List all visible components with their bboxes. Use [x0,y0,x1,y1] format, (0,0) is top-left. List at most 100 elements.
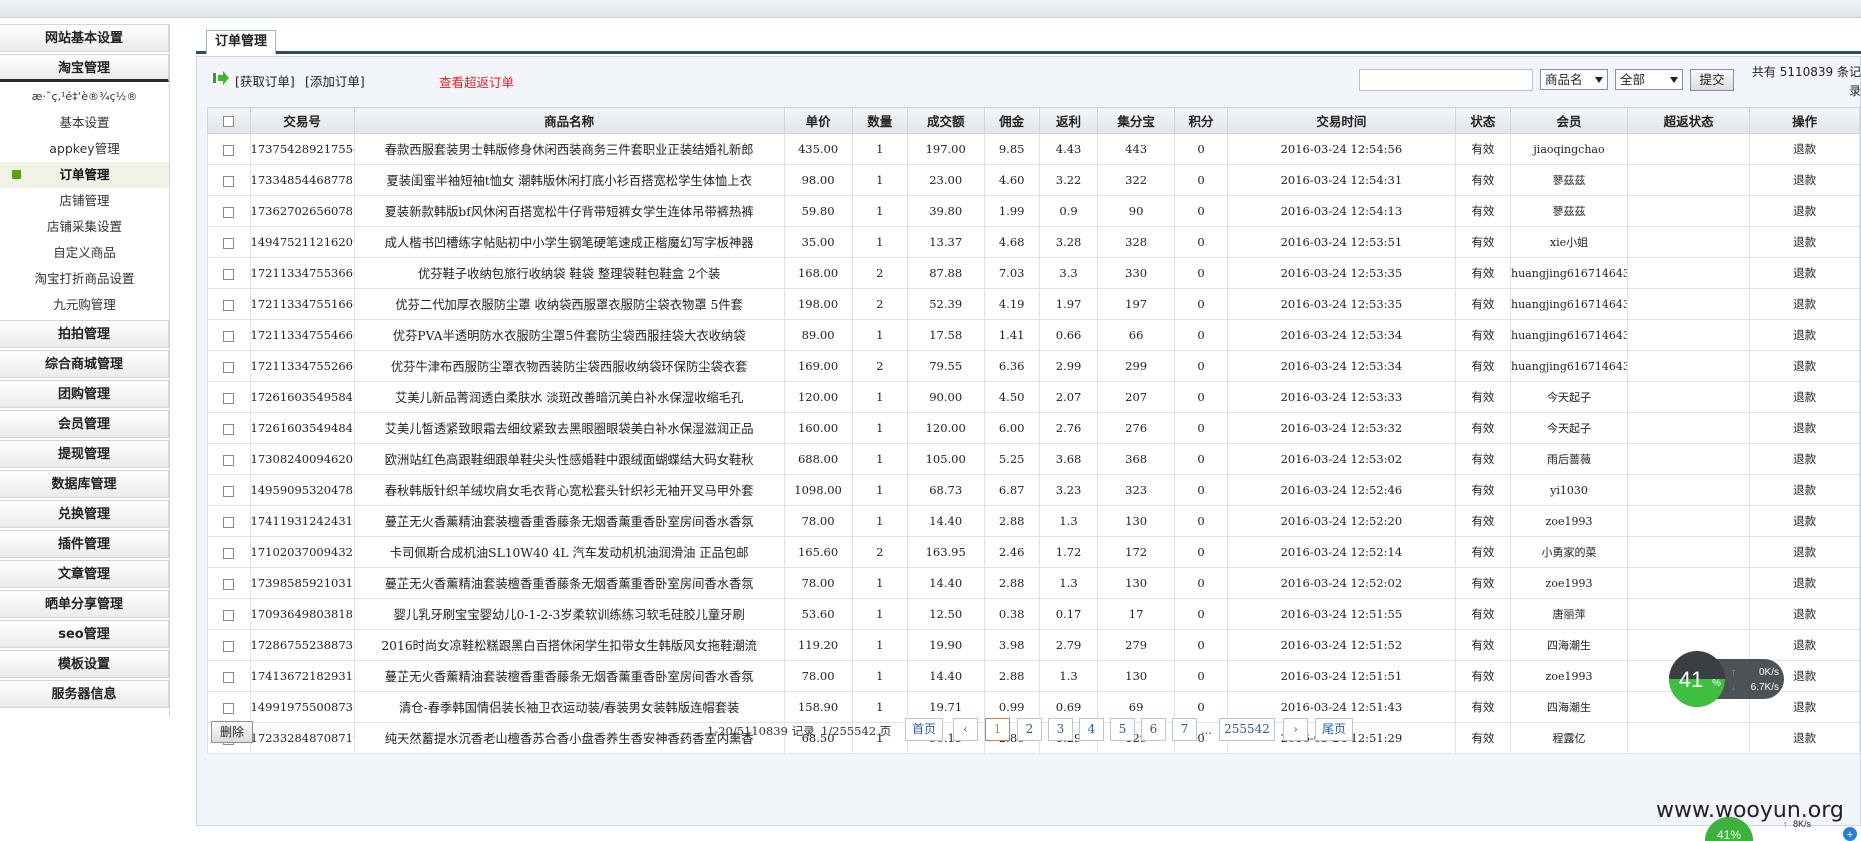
sidebar-group-plugins[interactable]: 插件管理 [0,530,169,558]
row-select-cell[interactable] [207,288,251,320]
row-checkbox[interactable] [223,206,235,218]
sidebar-group-seo[interactable]: seo管理 [0,620,169,648]
row-select-cell[interactable] [207,133,251,165]
cell-action[interactable]: 退款 [1749,505,1860,537]
cell-action[interactable]: 退款 [1749,195,1860,227]
row-checkbox[interactable] [223,392,235,404]
cell-action[interactable]: 退款 [1749,226,1860,258]
row-checkbox[interactable] [223,361,235,373]
page-button-4[interactable]: 4 [1079,718,1104,741]
row-checkbox[interactable] [223,454,235,466]
add-order-link[interactable]: [添加订单] [305,71,365,90]
row-select-cell[interactable] [207,629,251,661]
tab-order-management[interactable]: 订单管理 [206,30,277,54]
sidebar-group-database[interactable]: 数据库管理 [0,470,169,498]
field-select[interactable]: 商品名 [1540,69,1608,90]
cell-action[interactable]: 退款 [1749,536,1860,568]
page-button-2[interactable]: 2 [1017,718,1042,741]
cell-action[interactable]: 退款 [1749,412,1860,444]
row-checkbox[interactable] [223,175,235,187]
cell-action[interactable]: 退款 [1749,381,1860,413]
get-orders-link[interactable]: [获取订单] [235,71,295,90]
page-button-1[interactable]: 1 [985,718,1010,741]
last-page-button[interactable]: 尾页 [1315,718,1353,741]
row-select-cell[interactable] [207,412,251,444]
status-select[interactable]: 全部 [1615,69,1683,90]
row-select-cell[interactable] [207,505,251,537]
row-checkbox[interactable] [223,485,235,497]
cell-action[interactable]: 退款 [1749,164,1860,196]
sidebar-item-discount-goods[interactable]: 淘宝打折商品设置 [0,266,169,292]
cell-action[interactable]: 退款 [1749,443,1860,475]
cell-action[interactable]: 退款 [1749,567,1860,599]
sidebar-group-groupbuy[interactable]: 团购管理 [0,380,169,408]
cell-action[interactable]: 退款 [1749,350,1860,382]
network-speed-widget-small[interactable]: 41% ↑ 8K/s + [1705,815,1861,841]
cell-action[interactable]: 退款 [1749,474,1860,506]
row-select-cell[interactable] [207,195,251,227]
sidebar-item-nine-yuan[interactable]: 九元购管理 [0,292,169,318]
sidebar-group-templates[interactable]: 模板设置 [0,650,169,678]
row-select-cell[interactable] [207,474,251,506]
row-select-cell[interactable] [207,567,251,599]
sidebar-group-taobao[interactable]: 淘宝管理 [0,54,169,82]
sidebar-item-custom-goods[interactable]: 自定义商品 [0,240,169,266]
row-checkbox[interactable] [223,671,235,683]
row-select-cell[interactable] [207,350,251,382]
row-checkbox[interactable] [223,330,235,342]
sidebar-item-appkey[interactable]: appkey管理 [0,136,169,162]
cell-action[interactable]: 退款 [1749,319,1860,351]
row-select-cell[interactable] [207,536,251,568]
cell-action[interactable]: 退款 [1749,288,1860,320]
row-select-cell[interactable] [207,164,251,196]
row-checkbox[interactable] [223,268,235,280]
sidebar-item-orders[interactable]: 订单管理 [0,162,169,188]
sidebar-item-basic-settings[interactable]: 基本设置 [0,110,169,136]
page-button-7[interactable]: 7 [1172,718,1197,741]
cell-action[interactable]: 退款 [1749,598,1860,630]
row-checkbox[interactable] [223,299,235,311]
prev-page-button[interactable]: ‹ [953,718,978,741]
sidebar-item-shop-collect[interactable]: 店铺采集设置 [0,214,169,240]
row-checkbox[interactable] [223,423,235,435]
sidebar-group-members[interactable]: 会员管理 [0,410,169,438]
row-select-cell[interactable] [207,381,251,413]
sidebar-group-withdraw[interactable]: 提现管理 [0,440,169,468]
row-checkbox[interactable] [223,547,235,559]
page-button-6[interactable]: 6 [1141,718,1166,741]
row-checkbox[interactable] [223,640,235,652]
view-overdue-orders-link[interactable]: 查看超返订单 [439,72,514,91]
page-button-3[interactable]: 3 [1048,718,1073,741]
sidebar-group-paipai[interactable]: 拍拍管理 [0,320,169,348]
last-page-number-button[interactable]: 255542 [1219,718,1275,741]
sidebar-item-taodianjin[interactable]: æ·˜ç‚¹é‡‘è®¾ç½® [0,84,169,110]
search-input[interactable] [1359,69,1533,91]
page-button-5[interactable]: 5 [1110,718,1135,741]
sidebar-group-articles[interactable]: 文章管理 [0,560,169,588]
next-page-button[interactable]: › [1283,718,1308,741]
row-checkbox[interactable] [223,609,235,621]
cell-action[interactable]: 退款 [1749,257,1860,289]
sidebar-group-exchange[interactable]: 兑换管理 [0,500,169,528]
delete-button[interactable]: 删除 [211,721,253,743]
sidebar-group-site-settings[interactable]: 网站基本设置 [0,24,169,52]
row-checkbox[interactable] [223,578,235,590]
cell-action[interactable]: 退款 [1749,133,1860,165]
row-select-cell[interactable] [207,319,251,351]
row-select-cell[interactable] [207,598,251,630]
first-page-button[interactable]: 首页 [905,718,943,741]
sidebar-group-share[interactable]: 晒单分享管理 [0,590,169,618]
row-select-cell[interactable] [207,443,251,475]
sidebar-group-mall[interactable]: 综合商城管理 [0,350,169,378]
row-select-cell[interactable] [207,660,251,692]
sidebar-item-shops[interactable]: 店铺管理 [0,188,169,214]
select-all-checkbox[interactable] [223,116,235,127]
network-speed-widget[interactable]: 41 % ↑ 0K/s ↓ 6.7K/s [1668,650,1786,708]
row-checkbox[interactable] [223,516,235,528]
row-select-cell[interactable] [207,226,251,258]
row-checkbox[interactable] [223,237,235,249]
select-all-header[interactable] [207,107,251,134]
row-select-cell[interactable] [207,257,251,289]
row-checkbox[interactable] [223,144,235,156]
sidebar-group-server-info[interactable]: 服务器信息 [0,680,169,708]
